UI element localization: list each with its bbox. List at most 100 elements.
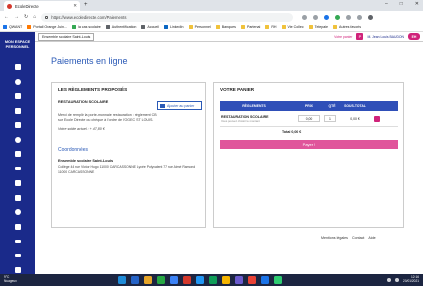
extension-icon[interactable]	[346, 14, 352, 20]
balance-text: Votre solde actuel : + 47,80 €	[58, 127, 105, 131]
weather-widget[interactable]: 9°C Nuageux	[4, 276, 28, 283]
taskbar-app-icon[interactable]	[261, 276, 269, 284]
price-input[interactable]: 0,00	[298, 115, 320, 122]
contact-link[interactable]: Contact	[352, 236, 364, 240]
mail-icon	[14, 180, 21, 187]
folder-icon	[14, 151, 21, 158]
sidebar-item-profile[interactable]	[0, 75, 35, 90]
home-icon[interactable]: ⌂	[33, 14, 36, 20]
close-window-button[interactable]: ✕	[415, 1, 419, 7]
clock-icon	[14, 136, 21, 143]
table-row: RESTAURATION SCOLAIRE Vous pouvez choisi…	[220, 111, 398, 127]
sidebar-item-list[interactable]	[0, 162, 35, 177]
sidebar-item-share[interactable]	[0, 205, 35, 220]
folder-icon	[265, 25, 270, 29]
bookmark-folder[interactable]: Telepaie	[308, 25, 328, 29]
cart-link[interactable]: Votre panier	[334, 35, 352, 39]
extension-icon[interactable]	[313, 14, 319, 20]
add-to-cart-button[interactable]: Ajouter au panier	[157, 101, 202, 110]
sidebar-item-folders[interactable]	[0, 147, 35, 162]
taskbar-app-icon[interactable]	[274, 276, 282, 284]
extension-icon[interactable]	[302, 14, 308, 20]
extension-icon[interactable]	[335, 14, 341, 20]
taskbar-app-icon[interactable]	[196, 276, 204, 284]
taskbar-app-icon[interactable]	[235, 276, 243, 284]
profile-icon[interactable]	[368, 14, 374, 20]
school-selector[interactable]: Ensemble scolaire Saint-Louis	[38, 32, 95, 41]
quantity-field[interactable]: 1	[324, 115, 336, 122]
sidebar-item-payments[interactable]	[0, 220, 35, 235]
bookmark-folder[interactable]: RH	[265, 25, 277, 29]
folder-icon	[188, 25, 193, 29]
minimize-button[interactable]: –	[385, 1, 388, 7]
lock-icon	[45, 15, 49, 19]
cart-badge[interactable]: P	[356, 33, 364, 40]
reload-icon[interactable]: ↻	[24, 14, 28, 20]
bookmark-item[interactable]: Accueil	[141, 25, 159, 29]
sidebar-item-home[interactable]	[0, 60, 35, 75]
taskbar-app-icon[interactable]	[118, 276, 126, 284]
lines-icon	[14, 254, 21, 258]
bookmark-folder[interactable]: Personnel	[188, 25, 211, 29]
network-icon[interactable]	[387, 277, 392, 282]
bookmark-item[interactable]: QWANT	[3, 25, 22, 29]
reglement-section-title: RESTAURATION SCOLAIRE	[58, 100, 109, 104]
forward-icon[interactable]: →	[14, 14, 19, 20]
bookmark-icon	[141, 25, 146, 29]
sidebar-item-groups[interactable]	[0, 89, 35, 104]
back-icon[interactable]: ←	[4, 14, 9, 20]
pay-button[interactable]: Payer !	[220, 140, 398, 149]
close-tab-icon[interactable]: ✕	[73, 3, 77, 9]
user-name[interactable]: M. Jean Louis BAUDON	[367, 35, 404, 39]
maximize-button[interactable]: □	[400, 1, 403, 7]
taskbar-app-icon[interactable]	[222, 276, 230, 284]
sidebar-item-calendar[interactable]	[0, 104, 35, 119]
reglement-description: Merci de remplir la porte-monnaie restau…	[58, 113, 157, 123]
new-tab-button[interactable]: +	[84, 2, 88, 8]
page-title: Paiements en ligne	[51, 56, 128, 66]
extension-icon[interactable]	[324, 14, 330, 20]
taskbar-app-icon[interactable]	[248, 276, 256, 284]
sidebar-item-documents[interactable]	[0, 118, 35, 133]
school-name: Ensemble scolaire Saint-Louis	[58, 159, 114, 163]
taskbar-app-icon[interactable]	[144, 276, 152, 284]
bookmark-icon	[3, 25, 7, 29]
sidebar-item-lines[interactable]	[0, 249, 35, 264]
bookmark-folder[interactable]: Banques	[215, 25, 236, 29]
bookmark-item[interactable]: LinkedIn	[163, 25, 184, 29]
sidebar-item-schedule[interactable]	[0, 133, 35, 148]
reglements-heading: LES RÈGLEMENTS PROPOSÉS	[58, 87, 128, 92]
user-icon	[14, 78, 21, 85]
avatar[interactable]: EH	[408, 33, 420, 40]
clock[interactable]: 12:16 20/01/2021	[403, 275, 419, 284]
url-field[interactable]: https://www.ecoledirecte.com/Paiements	[41, 12, 294, 22]
bookmark-item[interactable]: la cas scolaire	[72, 25, 101, 29]
taskbar-app-icon[interactable]	[131, 276, 139, 284]
bookmark-folder[interactable]: Partenai	[240, 25, 260, 29]
menu-icon	[14, 239, 21, 243]
sidebar-item-menu[interactable]	[0, 234, 35, 249]
taskbar-app-icon[interactable]	[157, 276, 165, 284]
school-address: Collège 44 rue Victor Hugo 11000 CARCASS…	[58, 165, 196, 174]
bookmark-folder[interactable]: Vie Collec	[281, 25, 304, 29]
browser-tab[interactable]: EcoleDirecte ✕	[4, 1, 80, 11]
sidebar-item-messages[interactable]	[0, 176, 35, 191]
bookmark-folder[interactable]: Autres favoris	[333, 25, 361, 29]
calendar-icon	[14, 107, 21, 114]
taskbar-app-icon[interactable]	[183, 276, 191, 284]
volume-icon[interactable]	[395, 277, 400, 282]
extension-icon[interactable]	[357, 14, 363, 20]
bookmark-item[interactable]: Authentification	[105, 25, 136, 29]
cart-total: Total 0,00 €	[282, 130, 302, 134]
taskbar-app-icon[interactable]	[170, 276, 178, 284]
sidebar-item-stats[interactable]	[0, 191, 35, 206]
document-icon	[14, 122, 21, 129]
delete-icon[interactable]	[374, 115, 380, 122]
window-controls: – □ ✕	[385, 1, 419, 7]
home-icon	[14, 64, 21, 71]
sidebar-title: MON ESPACE PERSONNEL	[4, 40, 31, 49]
help-link[interactable]: Aide	[368, 236, 375, 240]
bookmark-item[interactable]: Portail Orange Juin...	[27, 25, 67, 29]
legal-link[interactable]: Mentions légales	[321, 236, 348, 240]
taskbar-app-icon[interactable]	[209, 276, 217, 284]
